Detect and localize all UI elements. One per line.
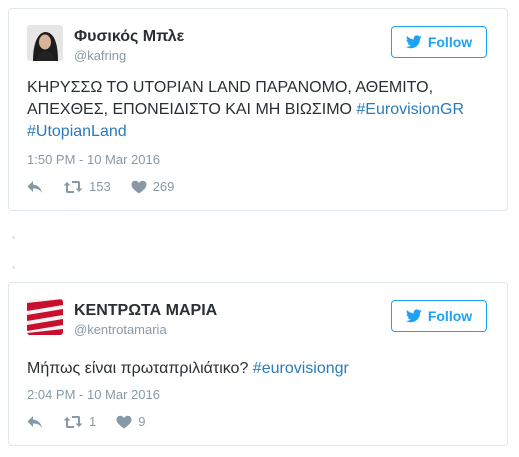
follow-label: Follow	[427, 308, 473, 324]
tweet-card: ΚΕΝΤΡΩΤΑ ΜΑΡΙΑ @kentrotamaria Follow Μήπ…	[8, 282, 508, 446]
reply-icon	[27, 415, 42, 428]
user-info: ΚΕΝΤΡΩΤΑ ΜΑΡΙΑ @kentrotamaria	[74, 301, 217, 339]
twitter-bird-icon	[405, 35, 422, 49]
retweet-count: 1	[89, 414, 97, 429]
follow-button[interactable]: Follow	[391, 26, 487, 58]
retweet-count: 153	[89, 179, 111, 194]
tweet-timestamp[interactable]: 2:04 PM - 10 Mar 2016	[27, 387, 160, 402]
tweet-timestamp[interactable]: 1:50 PM - 10 Mar 2016	[27, 152, 160, 167]
hashtag-link[interactable]: #UtopianLand	[27, 123, 127, 140]
heart-icon	[131, 180, 147, 193]
display-name[interactable]: Φυσικός Μπλε	[74, 27, 184, 47]
tweet-body: Μήπως είναι πρωταπριλιάτικο?	[27, 360, 253, 377]
heart-icon	[116, 415, 132, 428]
tweet-text: Μήπως είναι πρωταπριλιάτικο? #eurovision…	[27, 358, 497, 380]
twitter-bird-icon	[405, 309, 422, 323]
display-name[interactable]: ΚΕΝΤΡΩΤΑ ΜΑΡΙΑ	[74, 301, 217, 321]
divider-dot	[12, 266, 15, 269]
like-count: 9	[138, 414, 146, 429]
reply-icon	[27, 180, 42, 193]
reply-button[interactable]	[27, 180, 43, 194]
user-handle[interactable]: @kafring	[74, 47, 184, 65]
reply-button[interactable]	[27, 415, 43, 429]
retweet-icon	[63, 415, 83, 428]
divider-dot	[12, 236, 15, 239]
user-info: Φυσικός Μπλε @kafring	[74, 27, 184, 65]
hashtag-link[interactable]: #EurovisionGR	[356, 101, 464, 118]
retweet-button[interactable]: 1	[63, 414, 96, 429]
avatar[interactable]	[27, 299, 63, 335]
follow-button[interactable]: Follow	[391, 300, 487, 332]
tweet-card: Φυσικός Μπλε @kafring Follow ΚΗΡΥΣΣΩ ΤΟ …	[8, 8, 508, 211]
user-handle[interactable]: @kentrotamaria	[74, 321, 217, 339]
retweet-icon	[63, 180, 83, 193]
follow-label: Follow	[427, 34, 473, 50]
like-count: 269	[152, 179, 175, 194]
hashtag-link[interactable]: #eurovisiongr	[253, 360, 349, 377]
retweet-button[interactable]: 153	[63, 179, 111, 194]
avatar[interactable]	[27, 25, 63, 61]
like-button[interactable]: 269	[131, 179, 175, 194]
tweet-actions: 153 269	[27, 179, 194, 194]
tweet-text: ΚΗΡΥΣΣΩ ΤΟ UTOPIAN LAND ΠΑΡΑΝΟΜΟ, ΑΘΕΜΙΤ…	[27, 77, 497, 143]
like-button[interactable]: 9	[116, 414, 145, 429]
tweet-actions: 1 9	[27, 414, 165, 429]
